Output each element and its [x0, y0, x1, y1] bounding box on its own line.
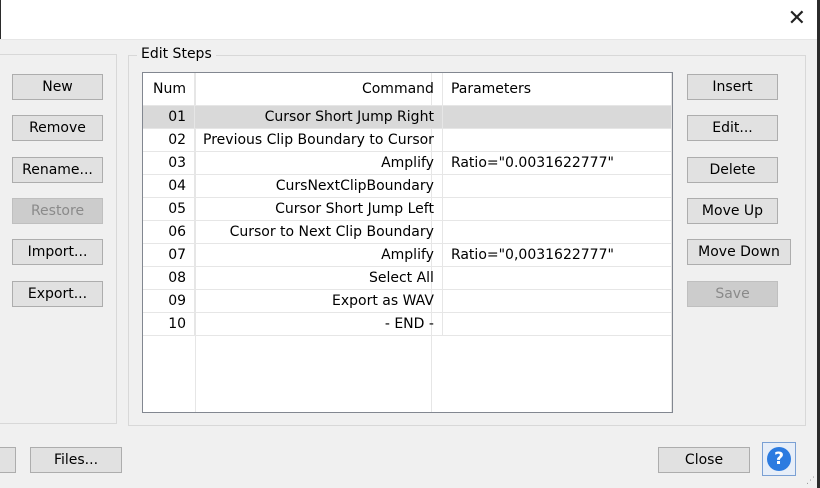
row-command: Previous Clip Boundary to Cursor: [194, 128, 443, 152]
row-command: Export as WAV: [194, 289, 443, 313]
edit-steps-table: Num Command Parameters 01 Cursor Short J…: [143, 73, 673, 336]
row-num: 10: [143, 312, 196, 336]
row-num: 08: [143, 266, 196, 290]
partial-footer-button[interactable]: [0, 447, 16, 473]
row-params: Ratio="0,0031622777": [442, 243, 673, 267]
close-button[interactable]: Close: [658, 447, 750, 473]
row-num: 05: [143, 197, 196, 221]
row-num: 09: [143, 289, 196, 313]
row-num: 06: [143, 220, 196, 244]
export-button[interactable]: Export...: [12, 281, 103, 307]
row-command: - END -: [194, 312, 443, 336]
close-window-icon[interactable]: ✕: [788, 8, 806, 30]
move-down-button[interactable]: Move Down: [687, 239, 791, 265]
title-bar: ✕: [0, 0, 820, 40]
column-header-parameters[interactable]: Parameters: [442, 73, 673, 106]
row-params: [442, 174, 673, 198]
row-command: Cursor Short Jump Right: [194, 105, 443, 129]
row-command: Select All: [194, 266, 443, 290]
row-command: Cursor Short Jump Left: [194, 197, 443, 221]
help-icon: ?: [767, 447, 791, 471]
row-num: 04: [143, 174, 196, 198]
remove-button[interactable]: Remove: [12, 115, 103, 141]
table-row[interactable]: 06 Cursor to Next Clip Boundary: [143, 220, 673, 244]
row-params: Ratio="0.0031622777": [442, 151, 673, 175]
rename-button[interactable]: Rename...: [12, 157, 103, 183]
edit-steps-group-label: Edit Steps: [137, 46, 216, 62]
row-num: 03: [143, 151, 196, 175]
row-num: 02: [143, 128, 196, 152]
move-up-button[interactable]: Move Up: [687, 198, 778, 224]
new-button[interactable]: New: [12, 74, 103, 100]
row-command: Cursor to Next Clip Boundary: [194, 220, 443, 244]
save-button[interactable]: Save: [687, 281, 778, 307]
files-button[interactable]: Files...: [30, 447, 122, 473]
table-header-row: Num Command Parameters: [143, 73, 673, 106]
row-params: [442, 312, 673, 336]
import-button[interactable]: Import...: [12, 239, 103, 265]
table-row[interactable]: 09 Export as WAV: [143, 289, 673, 313]
edit-steps-list[interactable]: Num Command Parameters 01 Cursor Short J…: [142, 72, 673, 413]
delete-button[interactable]: Delete: [687, 157, 778, 183]
row-command: CursNextClipBoundary: [194, 174, 443, 198]
window-border-left: [0, 0, 1, 39]
row-params: [442, 105, 673, 129]
row-num: 07: [143, 243, 196, 267]
insert-button[interactable]: Insert: [687, 74, 778, 100]
restore-button[interactable]: Restore: [12, 198, 103, 224]
help-button[interactable]: ?: [762, 442, 796, 476]
table-row[interactable]: 03 Amplify Ratio="0.0031622777": [143, 151, 673, 175]
table-row[interactable]: 05 Cursor Short Jump Left: [143, 197, 673, 221]
row-params: [442, 128, 673, 152]
edit-button[interactable]: Edit...: [687, 115, 778, 141]
row-params: [442, 220, 673, 244]
table-row[interactable]: 10 - END -: [143, 312, 673, 336]
column-header-command[interactable]: Command: [194, 73, 443, 106]
table-row[interactable]: 07 Amplify Ratio="0,0031622777": [143, 243, 673, 267]
resize-grip-icon[interactable]: ⋰: [806, 476, 815, 486]
row-params: [442, 266, 673, 290]
row-params: [442, 197, 673, 221]
table-row[interactable]: 04 CursNextClipBoundary: [143, 174, 673, 198]
table-row[interactable]: 02 Previous Clip Boundary to Cursor: [143, 128, 673, 152]
row-params: [442, 289, 673, 313]
column-header-num[interactable]: Num: [143, 73, 196, 106]
row-num: 01: [143, 105, 196, 129]
row-command: Amplify: [194, 151, 443, 175]
table-row[interactable]: 08 Select All: [143, 266, 673, 290]
row-command: Amplify: [194, 243, 443, 267]
table-row[interactable]: 01 Cursor Short Jump Right: [143, 105, 673, 129]
